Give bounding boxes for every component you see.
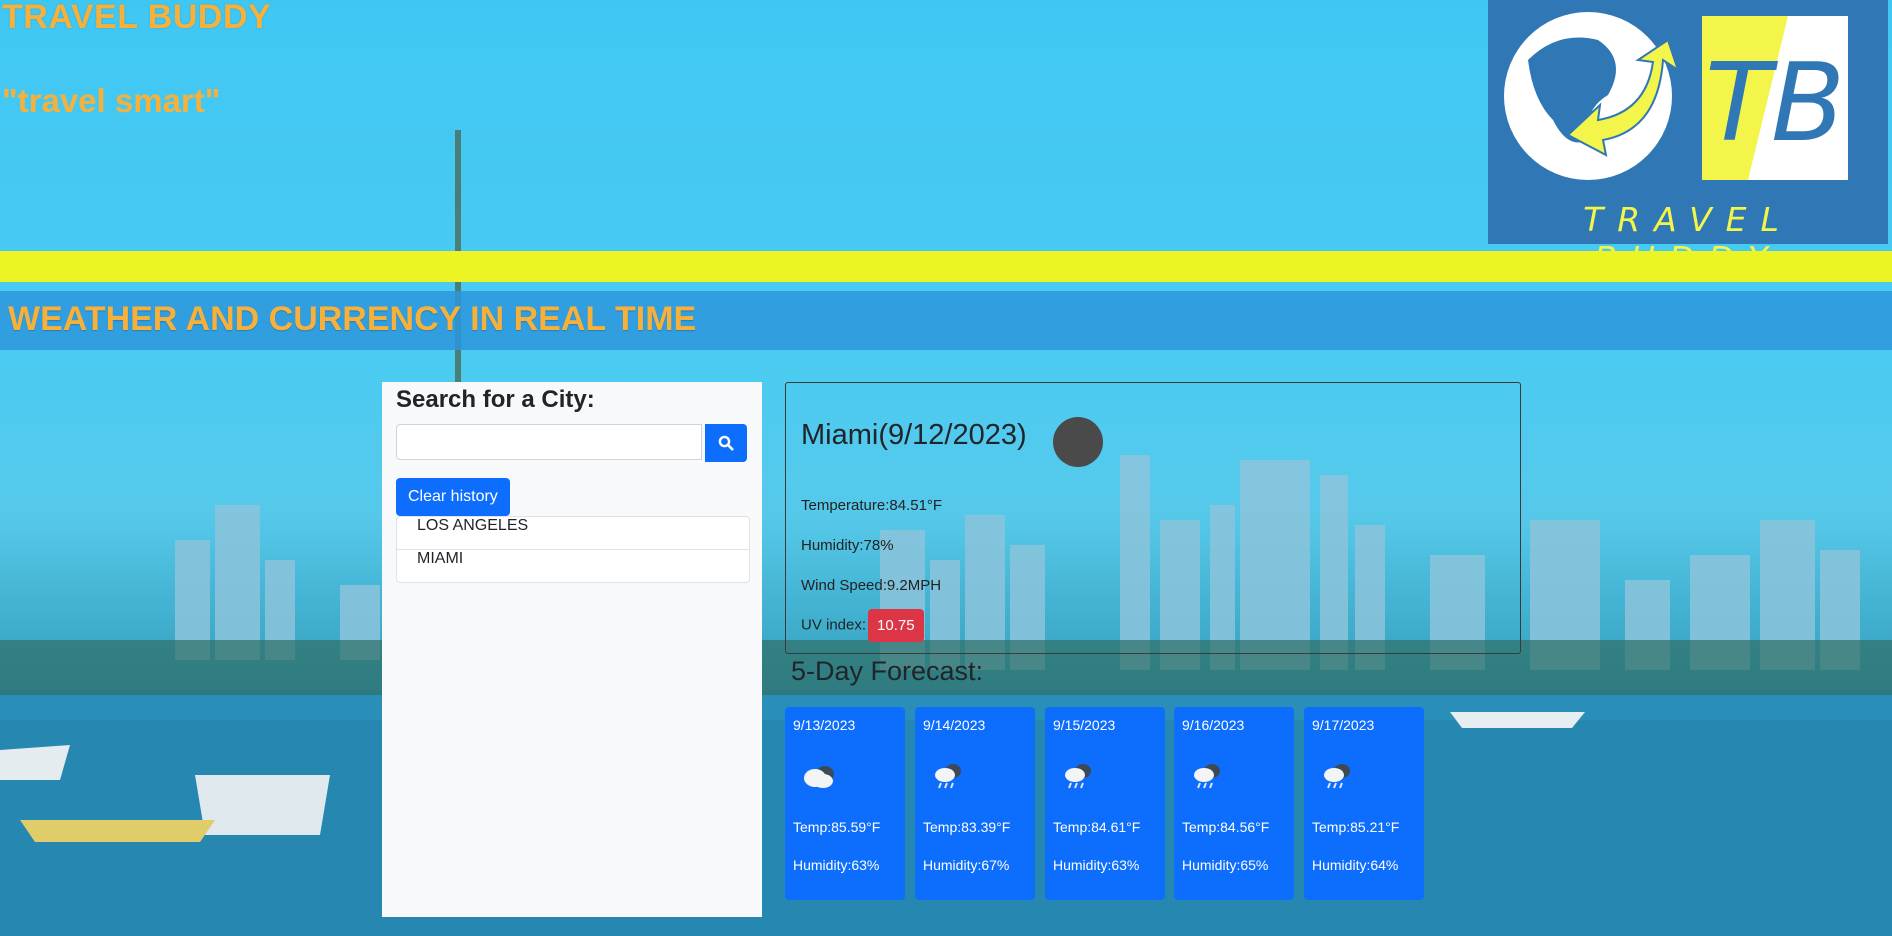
forecast-card: 9/17/2023 Temp:85.21°F Humidity:64% — [1304, 707, 1424, 900]
uv-index-badge: 10.75 — [868, 609, 924, 642]
history-item[interactable]: MIAMI — [397, 550, 749, 582]
forecast-date: 9/14/2023 — [923, 717, 986, 733]
search-history-list: LOS ANGELES MIAMI — [396, 516, 750, 583]
rain-cloud-icon — [935, 764, 961, 789]
forecast-temp: Temp:84.56°F — [1182, 819, 1270, 835]
forecast-humidity: Humidity:67% — [923, 857, 1010, 873]
search-icon — [718, 435, 734, 451]
forecast-date: 9/15/2023 — [1053, 717, 1116, 733]
city-search-input[interactable] — [396, 424, 702, 460]
rain-cloud-icon — [1324, 764, 1350, 789]
forecast-date: 9/17/2023 — [1312, 717, 1375, 733]
search-button[interactable] — [705, 424, 747, 462]
forecast-temp: Temp:84.61°F — [1053, 819, 1141, 835]
uv-index-label: UV index: — [801, 616, 867, 634]
forecast-humidity: Humidity:63% — [1053, 857, 1140, 873]
rain-cloud-icon — [1065, 764, 1091, 789]
humidity-text: Humidity:78% — [801, 537, 894, 554]
forecast-humidity: Humidity:63% — [793, 857, 880, 873]
logo-monogram: TB — [1705, 41, 1845, 166]
travel-buddy-logo: TB TRAVEL BUDDY — [1488, 0, 1888, 278]
clear-history-button[interactable]: Clear history — [396, 478, 510, 516]
history-item[interactable]: LOS ANGELES — [397, 517, 749, 550]
forecast-card: 9/14/2023 Temp:83.39°F Humidity:67% — [915, 707, 1035, 900]
rain-cloud-icon — [1194, 764, 1220, 789]
page-subtitle: WEATHER AND CURRENCY IN REAL TIME — [8, 300, 697, 338]
forecast-temp: Temp:85.59°F — [793, 819, 881, 835]
city-date-title: Miami(9/12/2023) — [801, 419, 1027, 451]
forecast-card: 9/15/2023 Temp:84.61°F Humidity:63% — [1045, 707, 1165, 900]
forecast-title: 5-Day Forecast: — [791, 656, 984, 686]
forecast-temp: Temp:85.21°F — [1312, 819, 1400, 835]
forecast-humidity: Humidity:65% — [1182, 857, 1269, 873]
search-sidebar: Search for a City: Clear history LOS ANG… — [382, 382, 762, 917]
divider-band — [0, 251, 1892, 282]
app-page: TRAVEL BUDDY "travel smart" TB TRAVEL BU… — [0, 0, 1892, 936]
app-title: TRAVEL BUDDY — [2, 0, 272, 36]
cloud-icon — [804, 766, 834, 788]
uv-index-row: UV index: 10.75 — [801, 609, 924, 642]
forecast-card: 9/13/2023 Temp:85.59°F Humidity:63% — [785, 707, 905, 900]
forecast-date: 9/16/2023 — [1182, 717, 1245, 733]
weather-icon — [1053, 417, 1103, 467]
forecast-humidity: Humidity:64% — [1312, 857, 1399, 873]
search-label: Search for a City: — [396, 386, 595, 413]
current-weather-card: Miami(9/12/2023) Temperature:84.51°F Hum… — [785, 382, 1521, 654]
forecast-date: 9/13/2023 — [793, 717, 856, 733]
wind-speed-text: Wind Speed:9.2MPH — [801, 577, 942, 594]
app-tagline: "travel smart" — [2, 82, 221, 119]
forecast-temp: Temp:83.39°F — [923, 819, 1011, 835]
forecast-card: 9/16/2023 Temp:84.56°F Humidity:65% — [1174, 707, 1294, 900]
temperature-text: Temperature:84.51°F — [801, 497, 943, 514]
